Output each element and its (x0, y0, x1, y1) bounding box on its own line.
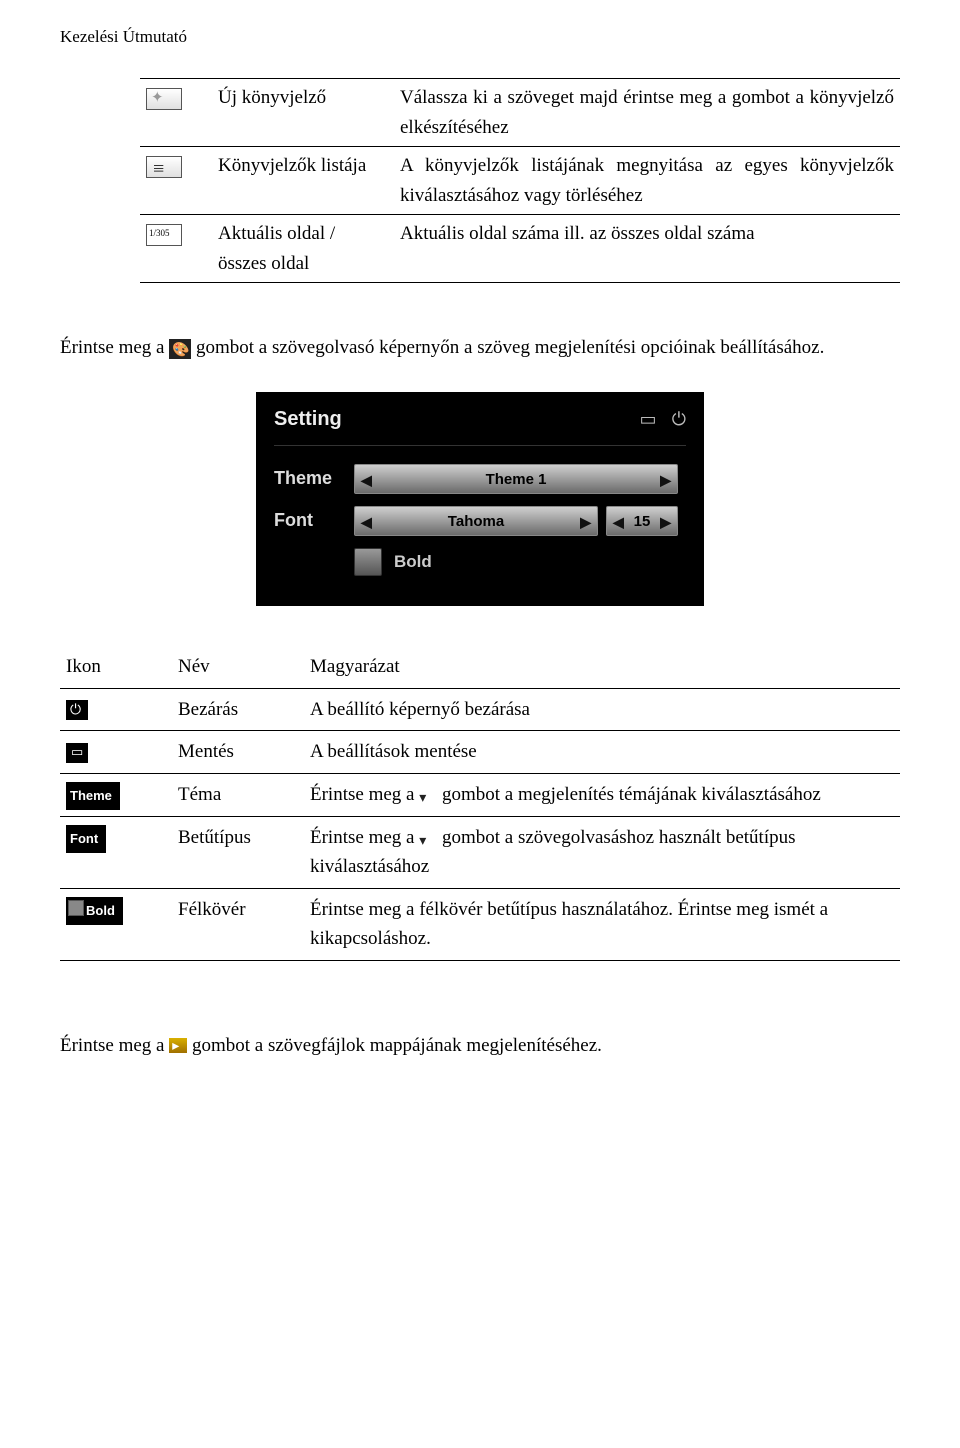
text-after: gombot a szövegfájlok mappájának megjele… (192, 1035, 602, 1056)
text-before: Érintse meg a (60, 337, 164, 358)
text-before: Érintse meg a (60, 1035, 164, 1056)
row-name: Aktuális oldal / összes oldal (212, 215, 394, 282)
row-desc: Aktuális oldal száma ill. az összes olda… (394, 215, 900, 282)
row-name: Téma (172, 773, 304, 816)
row-name: Új könyvjelző (212, 79, 394, 147)
text-after: gombot a megjelenítés témájának kiválasz… (442, 784, 821, 805)
theme-select[interactable]: Theme 1 (354, 464, 678, 494)
theme-value: Theme 1 (486, 468, 547, 491)
text-before: Érintse meg a (310, 827, 414, 848)
col-desc: Magyarázat (304, 646, 900, 688)
page-counter-icon (146, 224, 182, 246)
row-desc: Érintse meg a gombot a szövegolvasáshoz … (304, 816, 900, 888)
icon-description-table-1: Új könyvjelző Válassza ki a szöveget maj… (140, 78, 900, 282)
settings-title: Setting (274, 404, 342, 435)
row-desc: Válassza ki a szöveget majd érintse meg … (394, 79, 900, 147)
col-name: Név (172, 646, 304, 688)
font-black-label-icon: Font (66, 825, 106, 853)
close-icon (66, 700, 88, 720)
row-name: Bezárás (172, 688, 304, 730)
row-name: Könyvjelzők listája (212, 147, 394, 215)
row-name: Betűtípus (172, 816, 304, 888)
folder-paragraph: Érintse meg a gombot a szövegfájlok mapp… (60, 1031, 900, 1060)
power-icon[interactable]: ⏻ (672, 406, 686, 434)
font-label: Font (274, 507, 354, 535)
save-icon (66, 743, 88, 763)
row-name: Félkövér (172, 888, 304, 960)
row-desc: Érintse meg a gombot a megjelenítés témá… (304, 773, 900, 816)
font-size-select[interactable]: 15 (606, 506, 678, 536)
col-icon: Ikon (60, 646, 172, 688)
bold-checkbox[interactable] (354, 548, 382, 576)
font-value: Tahoma (448, 510, 504, 533)
text-after: gombot a szövegolvasó képernyőn a szöveg… (196, 337, 824, 358)
bold-black-label-icon: Bold (66, 897, 123, 925)
theme-label: Theme (274, 465, 354, 493)
row-name: Mentés (172, 731, 304, 773)
dropdown-arrow-icon (419, 825, 437, 840)
save-icon[interactable]: ▭ (639, 406, 656, 434)
row-desc: A könyvjelzők listájának megnyitása az e… (394, 147, 900, 215)
row-desc: A beállító képernyő bezárása (304, 688, 900, 730)
font-select[interactable]: Tahoma (354, 506, 598, 536)
font-size-value: 15 (634, 510, 651, 533)
folder-arrow-icon (169, 1038, 187, 1053)
settings-intro-paragraph: Érintse meg a gombot a szövegolvasó képe… (60, 333, 900, 362)
row-desc: Érintse meg a félkövér betűtípus használ… (304, 888, 900, 960)
page-header: Kezelési Útmutató (60, 24, 900, 50)
icon-description-table-2: Ikon Név Magyarázat Bezárás A beállító k… (60, 646, 900, 960)
row-desc: A beállítások mentése (304, 731, 900, 773)
settings-panel: Setting ▭ ⏻ Theme Theme 1 Font Tahoma 15… (256, 392, 704, 606)
bold-label: Bold (394, 549, 432, 575)
bookmark-star-icon (146, 88, 182, 110)
theme-black-label-icon: Theme (66, 782, 120, 810)
dropdown-arrow-icon (419, 782, 437, 797)
text-before: Érintse meg a (310, 784, 414, 805)
bookmark-list-icon (146, 156, 182, 178)
palette-icon (169, 339, 191, 359)
